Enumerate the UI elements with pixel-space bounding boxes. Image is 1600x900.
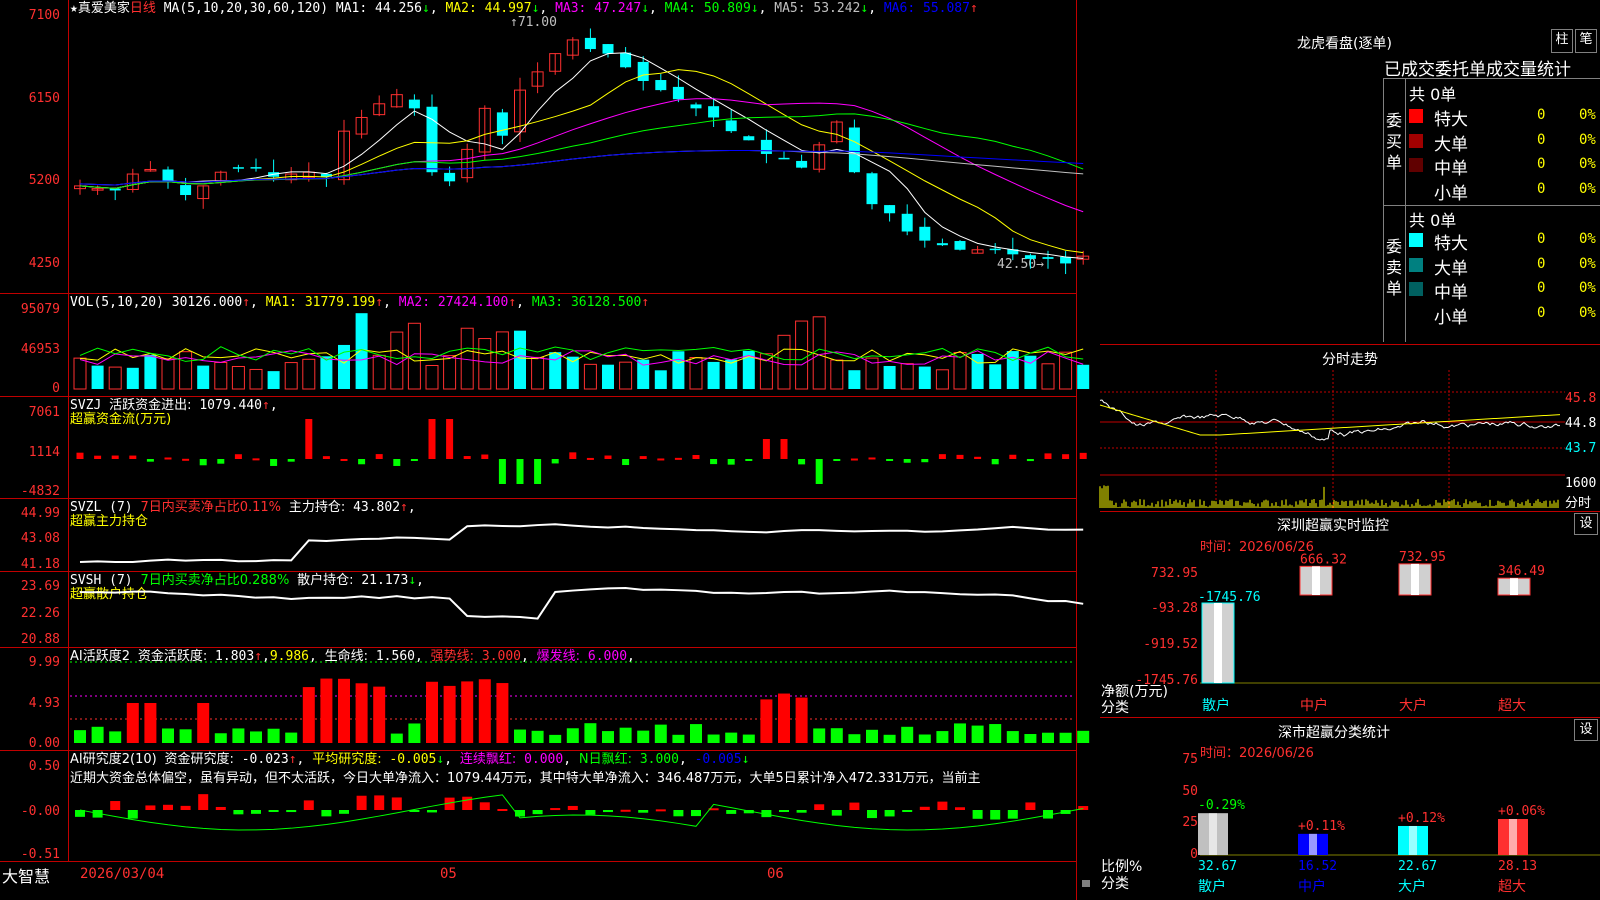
- sz-class-value: 16.52: [1298, 859, 1337, 874]
- sz-class-change: +0.06%: [1498, 804, 1545, 819]
- sz-class-value: 22.67: [1398, 859, 1437, 874]
- sz-class-chart: -0.29% 32.67 散户 +0.11% 16.52 中户 +0.12% 22.67 大户 +…: [1198, 798, 1600, 895]
- sz-class-change: +0.11%: [1298, 819, 1345, 834]
- sz-class-bar-highlight: [1409, 825, 1417, 855]
- sz-class-category: 大户: [1398, 878, 1426, 895]
- sz-class-change: -0.29%: [1198, 798, 1245, 813]
- sz-class-bar-highlight: [1309, 833, 1317, 855]
- sz-class-change: +0.12%: [1398, 811, 1445, 826]
- sz-class-category: 散户: [1198, 878, 1226, 895]
- sz-class-bar-highlight: [1509, 818, 1517, 855]
- sz-class-bar-highlight: [1209, 813, 1217, 855]
- sz-class-value: 28.13: [1498, 859, 1537, 874]
- sz-class-value: 32.67: [1198, 859, 1237, 874]
- sz-class-category: 超大: [1498, 879, 1526, 895]
- sz-class-category: 中户: [1298, 878, 1326, 895]
